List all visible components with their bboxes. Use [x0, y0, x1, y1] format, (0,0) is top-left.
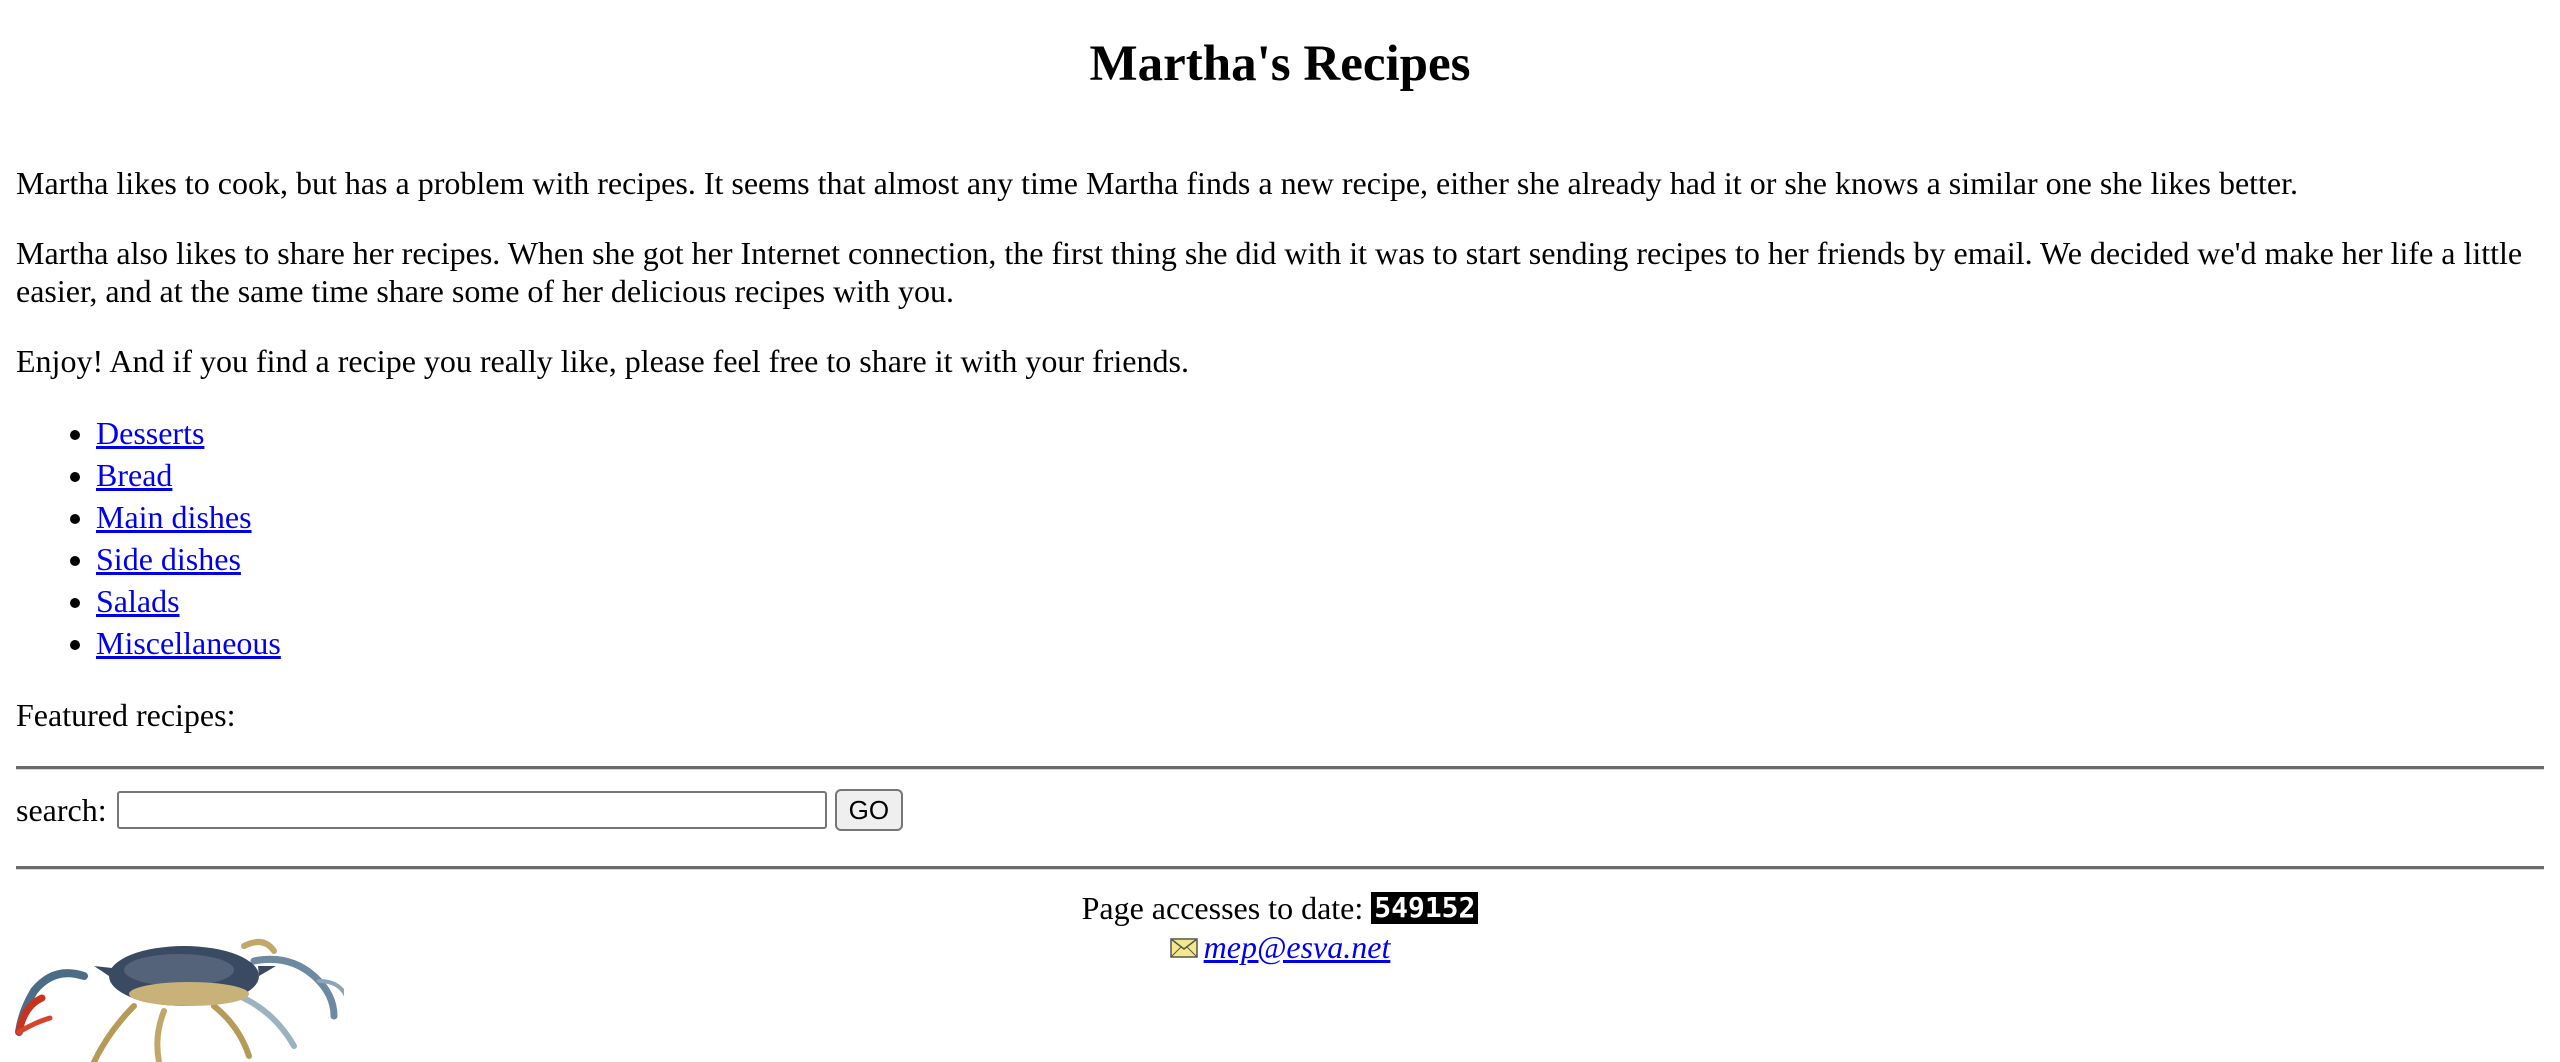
featured-recipes-label: Featured recipes: — [16, 697, 236, 733]
category-item-desserts: Desserts — [96, 412, 2544, 454]
search-form: search: GO — [16, 788, 2544, 832]
page-counter: Page accesses to date: 549152 — [16, 888, 2544, 928]
intro-paragraph-3: Enjoy! And if you find a recipe you real… — [16, 343, 1189, 379]
divider-bottom — [16, 866, 2544, 870]
intro-paragraph-1: Martha likes to cook, but has a problem … — [16, 165, 2299, 201]
category-link-main-dishes[interactable]: Main dishes — [96, 499, 252, 535]
category-item-salads: Salads — [96, 580, 2544, 622]
category-item-side-dishes: Side dishes — [96, 538, 2544, 580]
intro-paragraph-2: Martha also likes to share her recipes. … — [16, 235, 2523, 309]
divider-top — [16, 766, 2544, 770]
crab-image — [14, 936, 348, 1062]
search-label: search: — [16, 791, 107, 828]
go-button[interactable]: GO — [834, 789, 904, 831]
email-link[interactable]: mep@esva.net — [1204, 929, 1391, 965]
category-item-main-dishes: Main dishes — [96, 496, 2544, 538]
category-link-bread[interactable]: Bread — [96, 457, 172, 493]
category-link-desserts[interactable]: Desserts — [96, 415, 204, 451]
category-item-bread: Bread — [96, 454, 2544, 496]
contact-email: mep@esva.net — [16, 928, 2544, 966]
category-link-miscellaneous[interactable]: Miscellaneous — [96, 625, 281, 661]
category-item-miscellaneous: Miscellaneous — [96, 622, 2544, 664]
counter-label: Page accesses to date: — [1081, 890, 1364, 926]
search-input[interactable] — [116, 791, 827, 829]
envelope-icon — [1169, 928, 1198, 958]
page-title: Martha's Recipes — [1089, 36, 1471, 92]
page: Martha's Recipes Martha likes to cook, b… — [0, 0, 2560, 1062]
category-link-side-dishes[interactable]: Side dishes — [96, 541, 241, 577]
counter-value: 549152 — [1371, 892, 1479, 924]
category-list: Desserts Bread Main dishes Side dishes S… — [16, 412, 2544, 664]
category-link-salads[interactable]: Salads — [96, 583, 180, 619]
